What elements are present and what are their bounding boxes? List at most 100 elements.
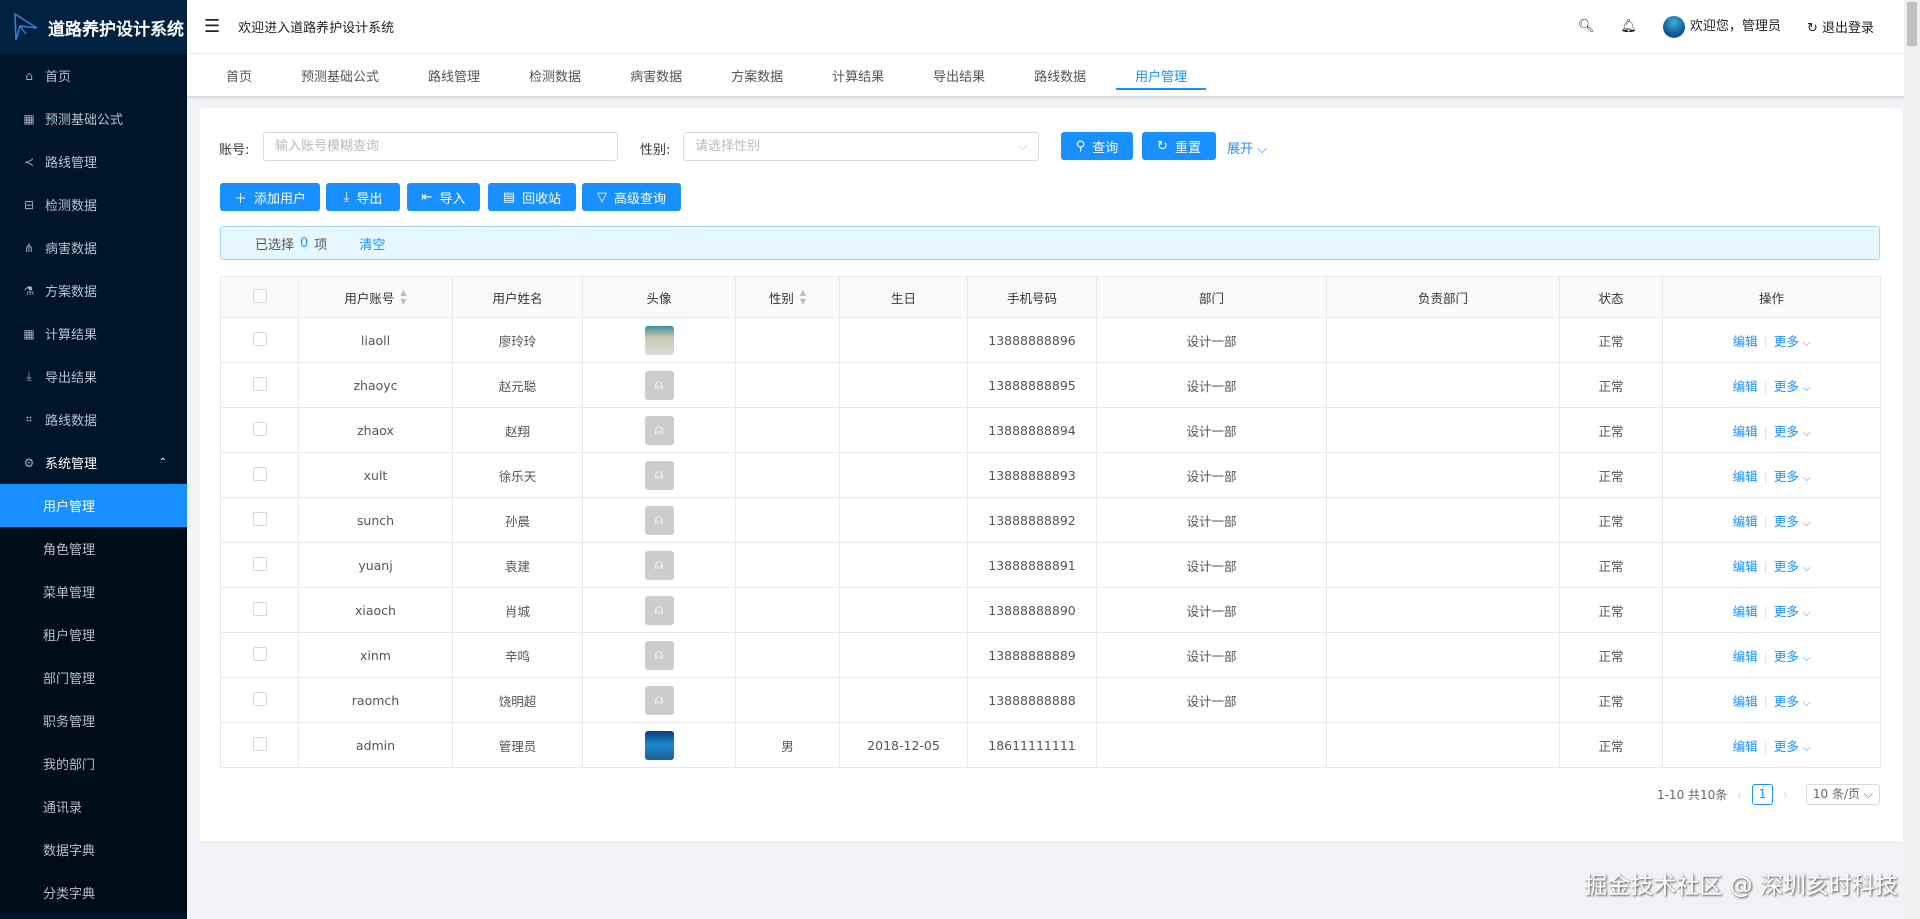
next-page-icon[interactable]: ›	[1783, 788, 1788, 802]
prev-page-icon[interactable]: ‹	[1737, 788, 1742, 802]
sidebar-subitem[interactable]: 通讯录	[0, 785, 187, 828]
edit-link[interactable]: 编辑	[1733, 559, 1758, 574]
tab[interactable]: 检测数据	[510, 54, 600, 96]
search-icon[interactable]: 🔍︎	[1578, 19, 1595, 34]
recycle-bin-button[interactable]: ▤ 回收站	[488, 183, 576, 211]
tab[interactable]: 导出结果	[914, 54, 1004, 96]
menu-fold-icon[interactable]: ☰	[204, 16, 220, 37]
cell-status: 正常	[1559, 632, 1663, 678]
column-header-label: 性别	[768, 290, 794, 306]
sidebar-item[interactable]: ⊟ 检测数据	[0, 183, 187, 226]
sidebar-subitem[interactable]: 用户管理	[0, 484, 187, 527]
tab[interactable]: 用户管理	[1116, 54, 1207, 96]
tab[interactable]: 病害数据	[611, 54, 701, 96]
sidebar-item[interactable]: ⌗ 路线数据	[0, 398, 187, 441]
sidebar-item[interactable]: ▦ 计算结果	[0, 312, 187, 355]
checkbox[interactable]	[252, 511, 267, 526]
checkbox[interactable]	[252, 288, 267, 303]
row-checkbox-cell[interactable]	[220, 497, 299, 543]
sidebar-item[interactable]: ⚙ 系统管理 ⌃	[0, 441, 187, 484]
user-menu[interactable]: 欢迎您，管理员	[1662, 15, 1781, 38]
edit-link[interactable]: 编辑	[1733, 739, 1758, 754]
sidebar-subitem[interactable]: 数据字典	[0, 828, 187, 871]
bell-icon[interactable]: 🔔︎	[1620, 19, 1637, 34]
checkbox[interactable]	[252, 601, 267, 616]
sidebar-subitem[interactable]: 角色管理	[0, 527, 187, 570]
advanced-query-button[interactable]: ▽ 高级查询	[582, 183, 681, 211]
expand-link[interactable]: 展开 ⌵	[1227, 138, 1267, 157]
add-user-button[interactable]: ＋ 添加用户	[220, 183, 320, 211]
sidebar-subitem[interactable]: 租户管理	[0, 613, 187, 656]
tab[interactable]: 方案数据	[712, 54, 802, 96]
checkbox[interactable]	[252, 376, 267, 391]
checkbox[interactable]	[252, 691, 267, 706]
sidebar-subitem[interactable]: 职务管理	[0, 699, 187, 742]
edit-link[interactable]: 编辑	[1733, 469, 1758, 484]
sidebar-item[interactable]: ▦ 预测基础公式	[0, 97, 187, 140]
edit-link[interactable]: 编辑	[1733, 424, 1758, 439]
row-checkbox-cell[interactable]	[220, 542, 299, 588]
sidebar-item[interactable]: ⤓ 导出结果	[0, 355, 187, 398]
more-dropdown[interactable]: 更多 ⌵	[1774, 649, 1811, 664]
sidebar-subitem[interactable]: 分类字典	[0, 871, 187, 914]
edit-link[interactable]: 编辑	[1733, 604, 1758, 619]
scrollbar[interactable]	[1904, 0, 1920, 919]
more-dropdown[interactable]: 更多 ⌵	[1774, 694, 1811, 709]
checkbox[interactable]	[252, 331, 267, 346]
tab[interactable]: 预测基础公式	[282, 54, 398, 96]
more-dropdown[interactable]: 更多 ⌵	[1774, 424, 1811, 439]
row-checkbox-cell[interactable]	[220, 677, 299, 723]
more-dropdown[interactable]: 更多 ⌵	[1774, 469, 1811, 484]
sidebar-item[interactable]: ≺ 路线管理	[0, 140, 187, 183]
row-checkbox-cell[interactable]	[220, 317, 299, 363]
edit-link[interactable]: 编辑	[1733, 649, 1758, 664]
checkbox[interactable]	[252, 646, 267, 661]
checkbox[interactable]	[252, 421, 267, 436]
account-search-input[interactable]: 输入账号模糊查询	[263, 132, 618, 161]
row-checkbox-cell[interactable]	[220, 632, 299, 678]
tab[interactable]: 首页	[207, 54, 271, 96]
tab[interactable]: 路线管理	[409, 54, 499, 96]
query-button[interactable]: ⚲ 查询	[1061, 132, 1133, 160]
divider: |	[1763, 738, 1768, 754]
gender-select[interactable]: 请选择性别 ⌵	[683, 132, 1039, 161]
edit-link[interactable]: 编辑	[1733, 514, 1758, 529]
sidebar-item[interactable]: ⚗ 方案数据	[0, 269, 187, 312]
page-size-select[interactable]: 10 条/页 ⌵	[1805, 784, 1880, 805]
row-checkbox-cell[interactable]	[220, 362, 299, 408]
sort-icon[interactable]: ▲ ▼	[800, 288, 806, 306]
sidebar-subitem[interactable]: 我的部门	[0, 742, 187, 785]
more-dropdown[interactable]: 更多 ⌵	[1774, 739, 1811, 754]
more-dropdown[interactable]: 更多 ⌵	[1774, 514, 1811, 529]
sidebar-subitem[interactable]: 部门管理	[0, 656, 187, 699]
row-checkbox-cell[interactable]	[220, 722, 299, 768]
edit-link[interactable]: 编辑	[1733, 379, 1758, 394]
more-dropdown[interactable]: 更多 ⌵	[1774, 604, 1811, 619]
page-1[interactable]: 1	[1752, 784, 1774, 805]
edit-link[interactable]: 编辑	[1733, 334, 1758, 349]
import-button[interactable]: ⇤ 导入	[407, 183, 480, 211]
row-checkbox-cell[interactable]	[220, 587, 299, 633]
edit-link[interactable]: 编辑	[1733, 694, 1758, 709]
more-dropdown[interactable]: 更多 ⌵	[1774, 559, 1811, 574]
select-all-checkbox-cell[interactable]	[220, 276, 299, 318]
tab[interactable]: 路线数据	[1015, 54, 1105, 96]
checkbox[interactable]	[252, 556, 267, 571]
checkbox[interactable]	[252, 736, 267, 751]
row-checkbox-cell[interactable]	[220, 407, 299, 453]
scrollbar-thumb[interactable]	[1907, 2, 1917, 46]
sort-icon[interactable]: ▲ ▼	[400, 288, 406, 306]
reset-button[interactable]: ↻ 重置	[1142, 132, 1216, 160]
more-dropdown[interactable]: 更多 ⌵	[1774, 334, 1811, 349]
cell-avatar: ⍝	[582, 542, 736, 588]
export-button[interactable]: ⤓ 导出	[326, 183, 400, 211]
sidebar-item[interactable]: ⌂ 首页	[0, 54, 187, 97]
sidebar-item[interactable]: ⋔ 病害数据	[0, 226, 187, 269]
row-checkbox-cell[interactable]	[220, 452, 299, 498]
more-dropdown[interactable]: 更多 ⌵	[1774, 379, 1811, 394]
clear-selection-link[interactable]: 清空	[359, 234, 385, 253]
sidebar-subitem[interactable]: 菜单管理	[0, 570, 187, 613]
logout-button[interactable]: ↻ 退出登录	[1807, 17, 1874, 36]
tab[interactable]: 计算结果	[813, 54, 903, 96]
checkbox[interactable]	[252, 466, 267, 481]
